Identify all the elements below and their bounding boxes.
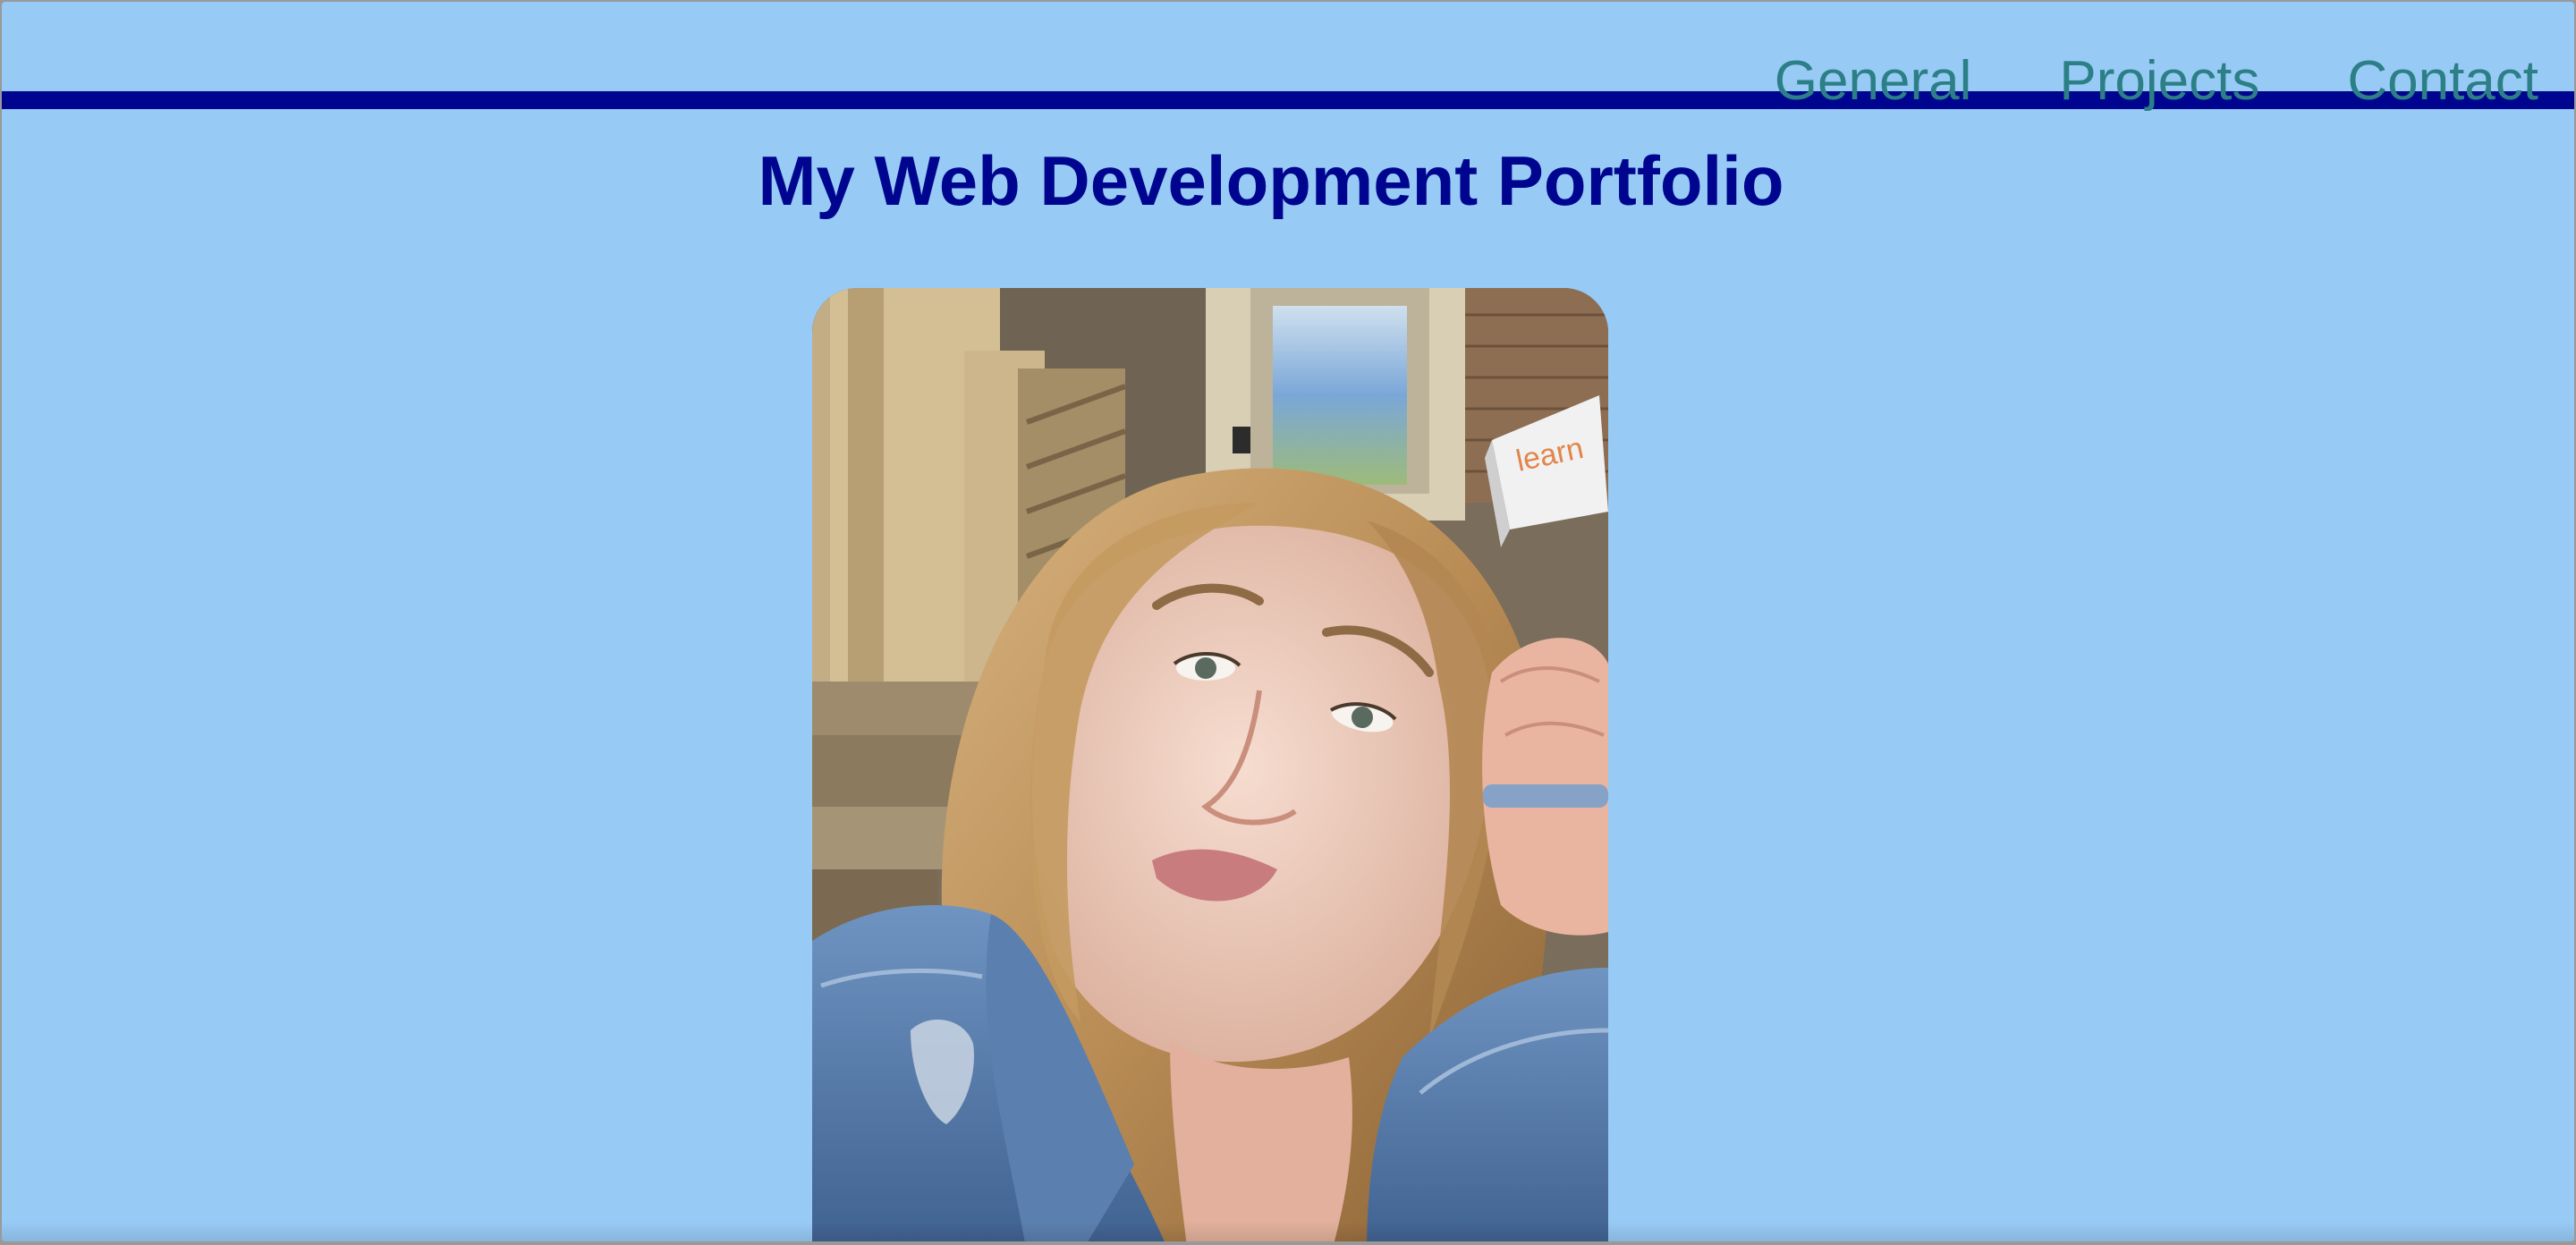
- page-title: My Web Development Portfolio: [758, 141, 1784, 220]
- profile-photo: learn: [812, 288, 1608, 1241]
- top-nav: General Projects Contact: [1775, 48, 2538, 114]
- nav-link-general[interactable]: General: [1775, 48, 1972, 114]
- nav-link-contact[interactable]: Contact: [2347, 48, 2538, 114]
- nav-link-projects[interactable]: Projects: [2059, 48, 2259, 114]
- portfolio-page: General Projects Contact My Web Developm…: [2, 2, 2574, 1241]
